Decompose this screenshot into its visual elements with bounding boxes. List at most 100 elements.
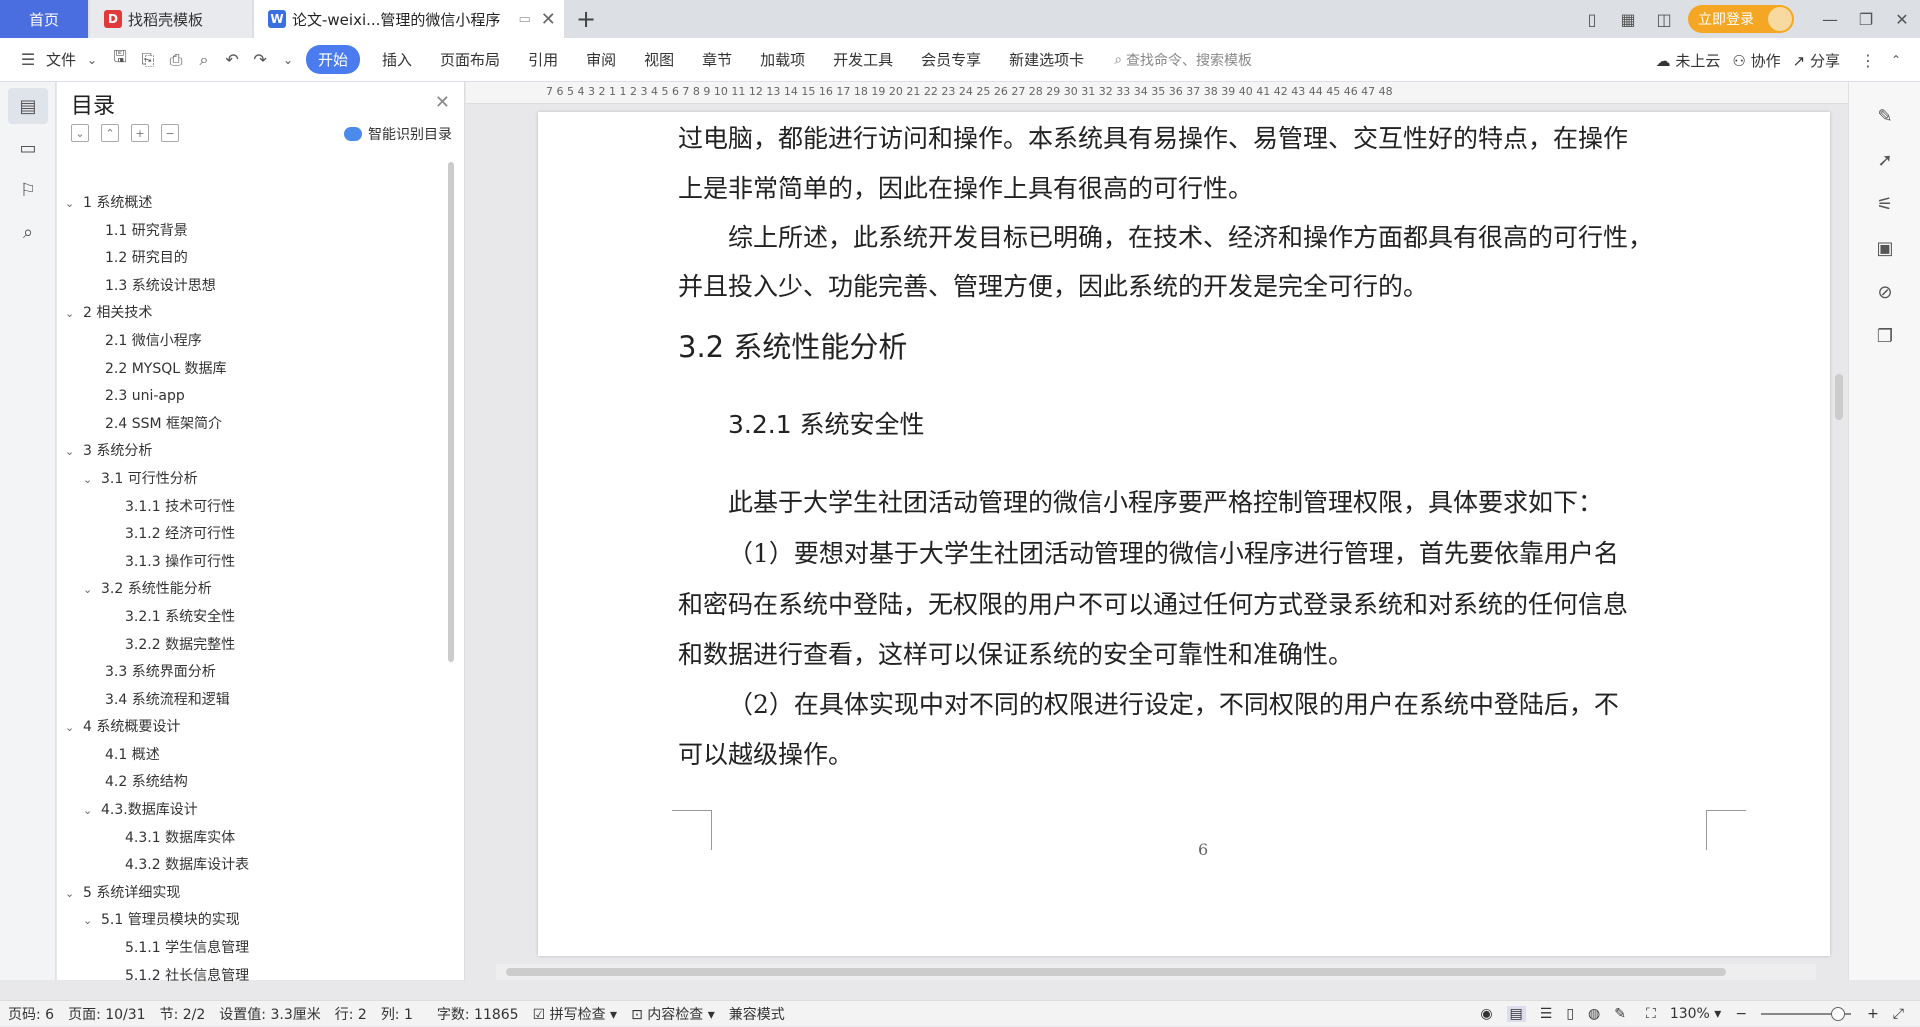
vertical-scroll-thumb[interactable] — [1835, 374, 1843, 420]
settings-sliders-icon[interactable]: ⚟ — [1865, 186, 1905, 222]
menu-review[interactable]: 审阅 — [586, 49, 616, 70]
file-menu[interactable]: 文件 — [46, 49, 76, 70]
toc-item[interactable]: 3.3 系统界面分析 — [57, 659, 447, 687]
toc-item[interactable]: 2.4 SSM 框架简介 — [57, 411, 447, 439]
zoom-slider[interactable] — [1761, 1007, 1852, 1021]
toc-item[interactable]: 2.1 微信小程序 — [57, 328, 447, 356]
ai-toc-button[interactable]: 智能识别目录 — [344, 124, 452, 144]
undo-icon[interactable]: ↶ — [220, 48, 244, 72]
tab-home[interactable]: 首页 — [0, 0, 88, 38]
menu-page-layout[interactable]: 页面布局 — [440, 49, 500, 70]
toc-item[interactable]: ⌄ 3.1 可行性分析 — [57, 466, 447, 494]
spell-check-button[interactable]: ☑ 拼写检查 ▾ — [533, 1004, 618, 1024]
toc-item[interactable]: ⌄ 3.2 系统性能分析 — [57, 576, 447, 604]
share-button[interactable]: ↗ 分享 — [1793, 50, 1840, 71]
zoom-slider-thumb[interactable] — [1831, 1007, 1846, 1021]
menu-insert[interactable]: 插入 — [382, 49, 412, 70]
content-check-button[interactable]: ⊡ 内容检查 ▾ — [631, 1004, 715, 1024]
more-options-icon[interactable]: ⋮ — [1856, 48, 1880, 72]
toc-item[interactable]: 3.1.1 技术可行性 — [57, 494, 447, 522]
chevron-down-icon[interactable]: ⌄ — [65, 714, 79, 742]
menu-member[interactable]: 会员专享 — [921, 49, 981, 70]
menu-dev-tools[interactable]: 开发工具 — [833, 49, 893, 70]
toc-item[interactable]: 3.2.1 系统安全性 — [57, 604, 447, 632]
redo-icon[interactable]: ↷ — [248, 48, 272, 72]
chevron-down-icon[interactable]: ⌄ — [65, 880, 79, 908]
tab-document[interactable]: W 论文-weixi...管理的微信小程序 ▭ ✕ — [254, 0, 564, 38]
eye-protection-icon[interactable]: ◉ — [1480, 1006, 1492, 1022]
toc-item[interactable]: 3.4 系统流程和逻辑 — [57, 687, 447, 715]
image-tools-icon[interactable]: ▣ — [1865, 230, 1905, 266]
restore-icon[interactable]: ❐ — [1848, 0, 1884, 38]
write-mode-icon[interactable]: ✎ — [1614, 1006, 1626, 1022]
navigation-icon[interactable]: ▭ — [8, 130, 48, 166]
menu-view[interactable]: 视图 — [644, 49, 674, 70]
status-page[interactable]: 页面: 10/31 — [68, 1004, 146, 1024]
collapse-icon[interactable]: ⌃ — [101, 124, 119, 142]
vertical-scrollbar[interactable] — [1830, 104, 1848, 964]
search-icon[interactable]: ⌕ — [8, 214, 48, 250]
collapse-ribbon-icon[interactable]: ⌃ — [1884, 48, 1908, 72]
outline-view-icon[interactable]: ☰ — [1540, 1006, 1553, 1022]
document-page[interactable]: 过电脑，都能进行访问和操作。本系统具有易操作、易管理、交互性好的特点，在操作 上… — [538, 112, 1830, 956]
menu-chapter[interactable]: 章节 — [702, 49, 732, 70]
chevron-down-icon[interactable]: ⌄ — [65, 438, 79, 466]
fullscreen-icon[interactable]: ⤢ — [1893, 1006, 1904, 1022]
toc-item[interactable]: ⌄ 5 系统详细实现 — [57, 880, 447, 908]
reading-view-icon[interactable]: ▯ — [1566, 1006, 1574, 1022]
chevron-down-icon[interactable]: ⌄ — [65, 300, 79, 328]
web-view-icon[interactable]: ◍ — [1588, 1006, 1600, 1022]
toc-item[interactable]: 3.1.2 经济可行性 — [57, 521, 447, 549]
toc-item[interactable]: 2.3 uni-app — [57, 383, 447, 411]
toc-item[interactable]: 4.3.1 数据库实体 — [57, 825, 447, 853]
horizontal-scroll-thumb[interactable] — [506, 968, 1726, 976]
toc-item[interactable]: 4.1 概述 — [57, 742, 447, 770]
menu-references[interactable]: 引用 — [528, 49, 558, 70]
edit-pen-icon[interactable]: ✎ — [1865, 98, 1905, 134]
toc-item[interactable]: ⌄ 4.3.数据库设计 — [57, 797, 447, 825]
menu-new-tab[interactable]: 新建选项卡 — [1009, 49, 1084, 70]
bookmark-icon[interactable]: ⚐ — [8, 172, 48, 208]
chevron-down-icon[interactable]: ⌄ — [83, 466, 97, 494]
close-tab-icon[interactable]: ✕ — [541, 9, 556, 30]
select-cursor-icon[interactable]: ➚ — [1865, 142, 1905, 178]
toc-item[interactable]: ⌄ 1 系统概述 — [57, 190, 447, 218]
toc-item[interactable]: 5.1.1 学生信息管理 — [57, 935, 447, 963]
close-window-icon[interactable]: ✕ — [1884, 0, 1920, 38]
minimize-icon[interactable]: — — [1812, 0, 1848, 38]
menu-hamburger-icon[interactable]: ☰ — [16, 48, 40, 72]
toc-item[interactable]: 3.1.3 操作可行性 — [57, 549, 447, 577]
chevron-down-icon[interactable]: ⌄ — [80, 48, 104, 72]
more-chevron-icon[interactable]: ⌄ — [276, 48, 300, 72]
remove-icon[interactable]: − — [161, 124, 179, 142]
toc-item[interactable]: 1.3 系统设计思想 — [57, 273, 447, 301]
expand-icon[interactable]: ⌄ — [71, 124, 89, 142]
toc-item[interactable]: 3.2.2 数据完整性 — [57, 632, 447, 660]
grid-apps-icon[interactable]: ▦ — [1610, 0, 1646, 38]
zoom-out-icon[interactable]: − — [1735, 1006, 1747, 1022]
reading-mode-icon[interactable]: ▯ — [1574, 0, 1610, 38]
login-button[interactable]: 立即登录 — [1688, 5, 1794, 33]
new-tab-button[interactable]: + — [572, 5, 600, 33]
toc-item[interactable]: 4.2 系统结构 — [57, 769, 447, 797]
menu-addins[interactable]: 加载项 — [760, 49, 805, 70]
add-icon[interactable]: + — [131, 124, 149, 142]
translate-icon[interactable]: ⊘ — [1865, 274, 1905, 310]
chevron-down-icon[interactable]: ⌄ — [83, 797, 97, 825]
toc-item[interactable]: ⌄ 4 系统概要设计 — [57, 714, 447, 742]
chevron-down-icon[interactable]: ⌄ — [83, 907, 97, 935]
toc-item[interactable]: ⌄ 5.1 管理员模块的实现 — [57, 907, 447, 935]
tab-daoke[interactable]: D 找稻壳模板 — [90, 0, 252, 38]
toc-item[interactable]: 5.1.2 社长信息管理 — [57, 963, 447, 991]
save-icon[interactable]: 🖫 — [108, 47, 132, 72]
horizontal-scrollbar[interactable] — [496, 964, 1816, 980]
toc-panel-icon[interactable]: ▤ — [8, 88, 48, 124]
status-word-count[interactable]: 字数: 11865 — [437, 1004, 519, 1024]
toc-item[interactable]: 4.3.2 数据库设计表 — [57, 852, 447, 880]
fit-page-icon[interactable]: ⛶ — [1646, 1006, 1656, 1022]
toc-scrollbar[interactable] — [448, 162, 454, 662]
toc-item[interactable]: ⌄ 3 系统分析 — [57, 438, 447, 466]
print-preview-icon[interactable]: ⌕ — [192, 48, 216, 72]
close-icon[interactable]: ✕ — [435, 92, 450, 113]
read-book-icon[interactable]: ❐ — [1865, 318, 1905, 354]
